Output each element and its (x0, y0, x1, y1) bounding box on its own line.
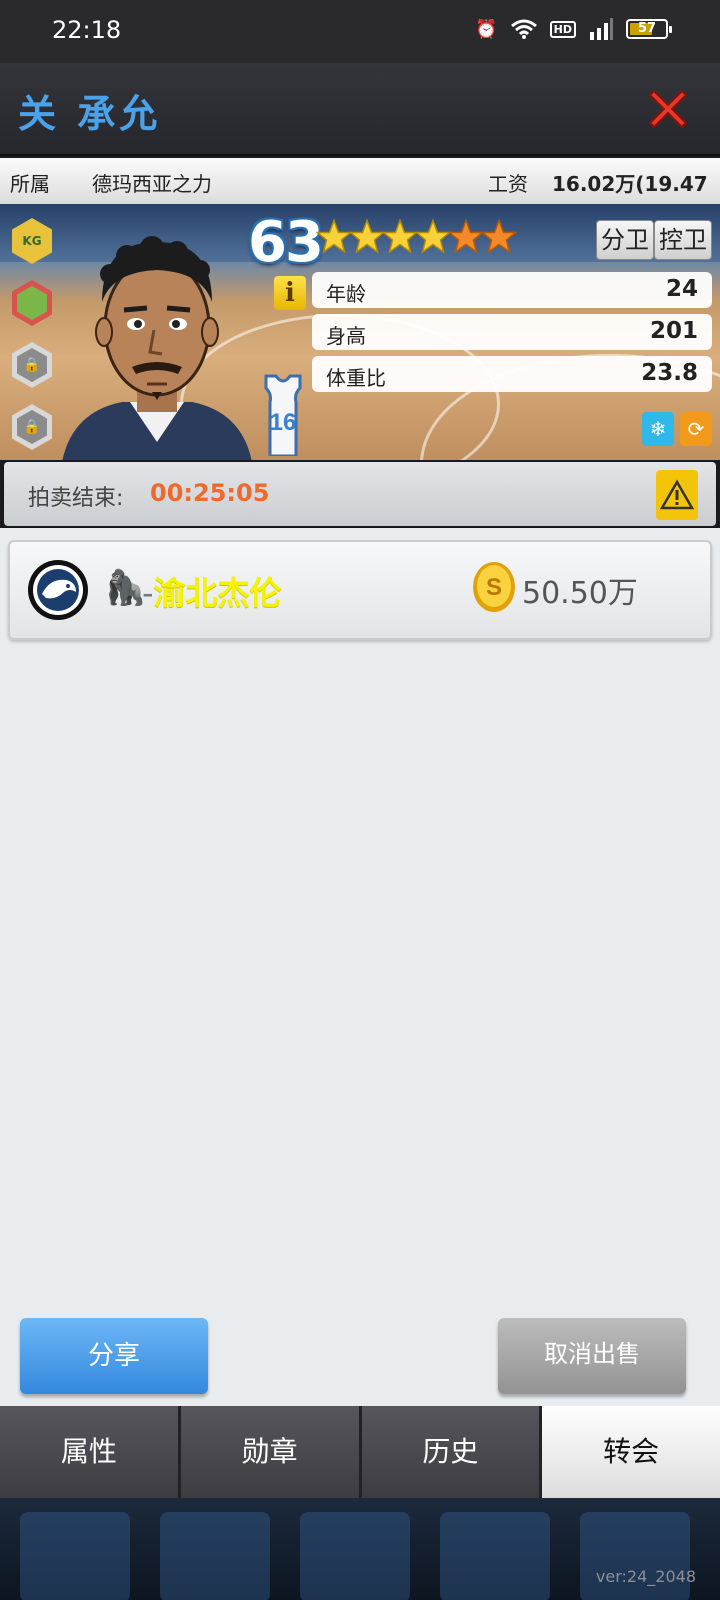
bottom-tabs: 属性 勋章 历史 转会 (0, 1406, 720, 1498)
player-rating: 63 (248, 210, 324, 275)
stat-age: 年龄 24 (312, 272, 712, 308)
hd-indicator: HD (549, 20, 576, 38)
star-icon (415, 218, 451, 254)
bid-card[interactable]: 🦍 -渝北杰伦 S 50.50万 (8, 540, 712, 640)
tab-history[interactable]: 历史 (361, 1406, 543, 1498)
close-button[interactable] (644, 85, 692, 133)
battery-icon: 57 (626, 19, 672, 39)
status-icons: ⏰ HD 57 (475, 18, 672, 40)
team-label: 所属 (10, 172, 50, 196)
lock-badge-icon[interactable]: 🔒 (12, 404, 52, 450)
warning-button[interactable] (656, 470, 698, 520)
cancel-sale-button[interactable]: 取消出售 (498, 1318, 686, 1394)
wifi-icon (510, 19, 537, 39)
battery-level: 57 (637, 21, 657, 36)
svg-text:S: S (486, 574, 502, 601)
auction-end-label: 拍卖结束: (28, 486, 124, 511)
player-card: KG 🔒 🔒 63 分卫 控卫 i 年龄 24 身高 201 体重比 23.8 … (0, 204, 720, 460)
info-button[interactable]: i (274, 276, 306, 310)
star-rating (316, 218, 517, 256)
star-icon (481, 218, 517, 254)
stat-label: 身高 (326, 324, 366, 348)
star-icon (448, 218, 484, 254)
stat-label: 年龄 (326, 282, 366, 306)
game-nav-background: ver:24_2048 (0, 1498, 720, 1600)
tab-medals[interactable]: 勋章 (180, 1406, 362, 1498)
status-bar: 22:18 ⏰ HD 57 (0, 0, 720, 63)
version-label: ver:24_2048 (595, 1567, 696, 1586)
bid-amount: 50.50万 (522, 576, 638, 611)
stat-value: 23.8 (641, 360, 698, 386)
tab-transfer[interactable]: 转会 (542, 1406, 720, 1498)
team-name: 德玛西亚之力 (92, 172, 212, 196)
alarm-icon: ⏰ (475, 18, 498, 40)
signal-icon (590, 18, 613, 40)
freeze-icon[interactable]: ❄ (642, 412, 674, 446)
auction-timer: 00:25:05 (150, 479, 270, 507)
bidder-name: -渝北杰伦 (142, 574, 282, 612)
player-avatar (62, 236, 252, 460)
gorilla-icon: 🦍 (104, 568, 147, 608)
title-bar: 关 承允 (0, 63, 720, 156)
lock-badge-icon[interactable]: 🔒 (12, 342, 52, 388)
salary-label: 工资 (488, 172, 528, 196)
team-logo-icon (28, 560, 88, 620)
share-button[interactable]: 分享 (20, 1318, 208, 1394)
stat-value: 24 (665, 276, 698, 302)
refresh-icon[interactable]: ⟳ (680, 412, 712, 446)
boot-badge-icon[interactable] (12, 280, 52, 326)
stat-weight-ratio: 体重比 23.8 (312, 356, 712, 392)
player-name: 关 承允 (18, 92, 162, 136)
kg-badge-icon[interactable]: KG (12, 218, 52, 264)
badge-column: KG 🔒 🔒 (12, 218, 54, 460)
position-shooting-guard[interactable]: 分卫 (596, 220, 654, 260)
stat-label: 体重比 (326, 366, 386, 390)
stat-height: 身高 201 (312, 314, 712, 350)
transfer-panel: 🦍 -渝北杰伦 S 50.50万 分享 取消出售 (0, 528, 720, 1406)
coin-icon: S (473, 562, 515, 612)
auction-bar: 拍卖结束: 00:25:05 (4, 462, 716, 526)
status-time: 22:18 (52, 16, 122, 44)
star-icon (382, 218, 418, 254)
star-icon (316, 218, 352, 254)
position-point-guard[interactable]: 控卫 (654, 220, 712, 260)
jersey-number: 16 (270, 409, 297, 436)
tab-attributes[interactable]: 属性 (0, 1406, 181, 1498)
star-icon (349, 218, 385, 254)
jersey-icon: 16 (264, 374, 302, 456)
stat-value: 201 (649, 318, 698, 344)
team-row: 所属 德玛西亚之力 工资 16.02万(19.47万) (0, 158, 720, 225)
